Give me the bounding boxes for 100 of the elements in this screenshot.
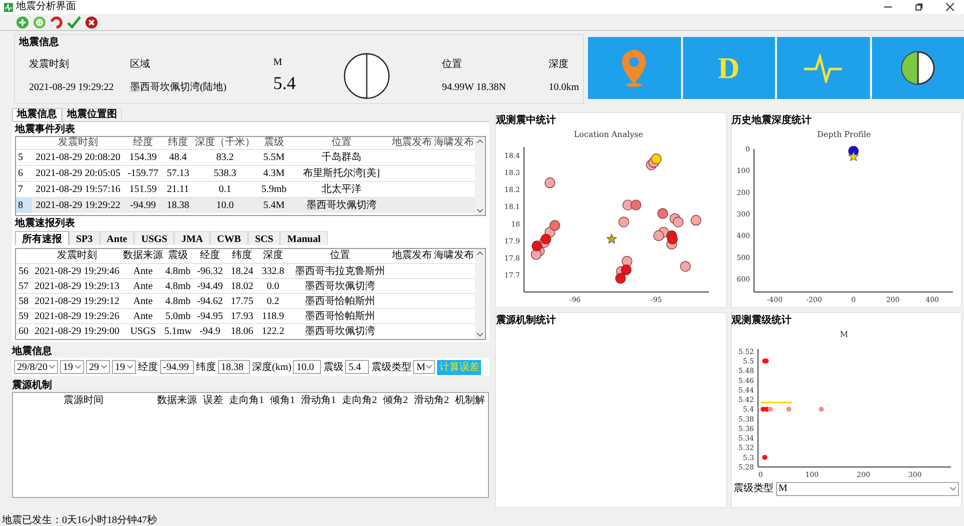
- column-header: 位置: [332, 137, 352, 149]
- column-header: 深度: [263, 249, 283, 263]
- table-cell-text: 墨西哥恰帕斯州: [304, 310, 376, 324]
- chart-title: Location Analyse: [574, 130, 644, 139]
- table-cell-text: 5.9mb: [260, 183, 288, 197]
- column-header: 发震时刻: [57, 249, 97, 263]
- table-cell-text: -159.77: [126, 167, 160, 181]
- data-point: [530, 249, 542, 260]
- field-label: 震级: [323, 360, 344, 374]
- column-header: 走向角1: [229, 395, 264, 406]
- field-label: 经度: [138, 360, 158, 374]
- table-cell-text: 4.8mb: [164, 264, 192, 278]
- group-title: 历史地震深度统计: [732, 115, 812, 126]
- table-cell-text: 332.8: [260, 264, 286, 278]
- dropdown[interactable]: 29: [86, 360, 110, 374]
- table-cell-text: 7: [17, 183, 24, 197]
- field-label: 深度(km): [252, 360, 292, 374]
- table-cell-text: 48.4: [168, 151, 188, 165]
- group-title: 观测震级统计: [732, 315, 792, 326]
- input-field[interactable]: -94.99: [160, 360, 194, 374]
- data-point: [532, 240, 542, 252]
- table-cell-text: USGS: [129, 324, 157, 338]
- tab[interactable]: SP3: [69, 231, 100, 245]
- column-header: 机制解: [455, 395, 485, 406]
- column-header: 位置: [330, 249, 350, 263]
- table-cell-text: 10.0: [215, 199, 235, 213]
- column-header: 震级: [264, 137, 284, 149]
- table-cell-text: 墨西哥恰帕斯州: [304, 294, 376, 308]
- tab[interactable]: JMA: [174, 231, 210, 245]
- table-cell-text: 17.75: [230, 294, 254, 308]
- info-value: 2021-08-29 19:29:22: [29, 81, 115, 95]
- dropdown[interactable]: 19: [112, 360, 136, 374]
- table-cell-text: -94.49: [196, 280, 224, 294]
- input-field[interactable]: 10.0: [293, 360, 322, 374]
- tab[interactable]: Ante: [100, 231, 134, 245]
- tab[interactable]: 地震位置图: [62, 108, 122, 121]
- data-point: [680, 261, 691, 272]
- chart-title: Depth Profile: [817, 130, 871, 139]
- input-field[interactable]: 5.4: [345, 360, 370, 374]
- undo-icon[interactable]: [50, 16, 63, 28]
- table-cell-text: Ante: [132, 294, 154, 308]
- dropdown[interactable]: 29/8/20: [14, 360, 58, 374]
- tile-button[interactable]: [588, 37, 680, 99]
- table-cell-text: 0.2: [266, 294, 280, 308]
- tab[interactable]: 地震信息: [12, 108, 62, 121]
- info-value: 94.99W 18.38N: [442, 81, 506, 95]
- table-cell-text: 56: [18, 264, 30, 278]
- tab[interactable]: USGS: [134, 231, 174, 245]
- column-header: 倾角2: [383, 395, 408, 406]
- group-title: 震源机制统计: [496, 315, 556, 326]
- check-icon[interactable]: [67, 16, 81, 28]
- chevron-down-icon[interactable]: [477, 209, 483, 213]
- table-cell-text: 0.1: [218, 183, 232, 197]
- column-header: 数据来源: [123, 249, 163, 263]
- tab[interactable]: SCS: [248, 231, 280, 245]
- tile-button[interactable]: [777, 37, 870, 99]
- table-cell-text: -94.62: [196, 294, 224, 308]
- dropdown[interactable]: M: [413, 360, 436, 374]
- close-icon[interactable]: [946, 3, 954, 11]
- restore-icon[interactable]: [915, 3, 923, 11]
- table-cell-text: Ante: [132, 310, 154, 324]
- dropdown[interactable]: M: [776, 482, 959, 496]
- table-cell-text: -94.9: [198, 324, 222, 338]
- table-cell-text: Ante: [132, 264, 154, 278]
- data-point: [653, 230, 664, 241]
- group-title: 地震事件列表: [15, 124, 75, 135]
- add-icon[interactable]: [33, 16, 46, 28]
- add-icon[interactable]: [16, 16, 29, 28]
- mean-line: [760, 402, 792, 404]
- info-label: M: [273, 56, 282, 70]
- chart-title: M: [840, 330, 848, 339]
- info-label: 位置: [442, 58, 462, 72]
- table-cell-text: 151.59: [128, 183, 158, 197]
- table-cell-text: 2021-08-29 20:08:20: [34, 151, 122, 165]
- tab[interactable]: Manual: [280, 231, 328, 245]
- half-circle-icon: [900, 50, 936, 86]
- table-row[interactable]: 8 2021-08-29 19:29:22 -94.99 18.38 10.0 5.4M 墨西哥坎佩切湾: [16, 197, 475, 213]
- group-title: 地震信息: [12, 346, 52, 357]
- close-icon[interactable]: [85, 16, 98, 28]
- tab[interactable]: CWB: [210, 231, 248, 245]
- table-cell-text: 57: [18, 280, 30, 294]
- chevron-down-icon: [49, 365, 55, 369]
- chevron-down-icon: [426, 365, 432, 369]
- input-field[interactable]: 18.38: [218, 360, 250, 374]
- field-label: 纬度: [196, 360, 216, 374]
- table-cell-text: 5.5M: [262, 151, 286, 165]
- table-cell-text: 60: [18, 324, 30, 338]
- tile-button[interactable]: [872, 37, 964, 99]
- table-cell-text: 0.0: [266, 280, 280, 294]
- chevron-down-icon[interactable]: [477, 333, 483, 337]
- column-header: 纬度: [232, 249, 252, 263]
- data-point: [622, 256, 632, 267]
- table-cell-text: 2021-08-29 19:29:26: [34, 310, 120, 324]
- chevron-up-icon[interactable]: [477, 251, 483, 255]
- data-point: [667, 234, 678, 244]
- dropdown[interactable]: 19: [60, 360, 84, 374]
- tab[interactable]: 所有速报: [15, 231, 69, 245]
- column-header: 海啸发布: [434, 249, 474, 263]
- table-cell-text: 2021-08-29 19:29:00: [34, 324, 120, 338]
- chevron-up-icon[interactable]: [477, 139, 483, 143]
